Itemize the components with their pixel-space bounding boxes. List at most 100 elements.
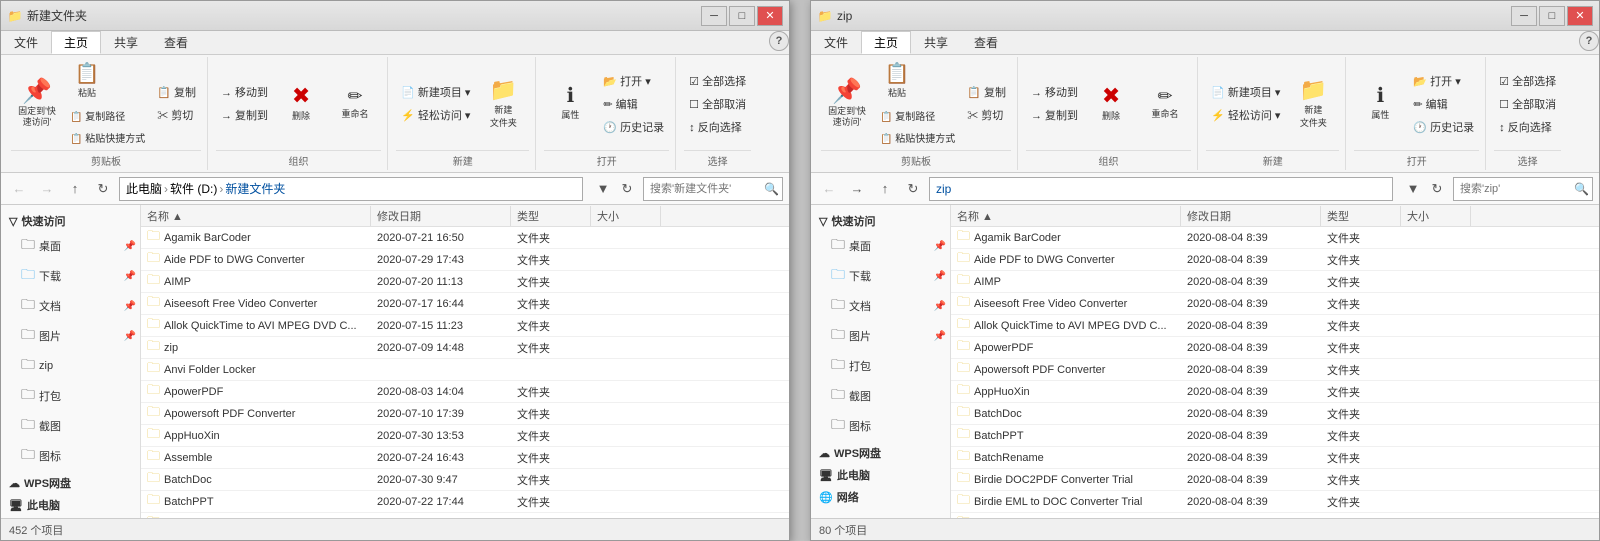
right-tab-share[interactable]: 共享	[911, 31, 961, 54]
left-search-icon[interactable]: 🔍	[764, 182, 779, 196]
right-search-icon[interactable]: 🔍	[1574, 182, 1589, 196]
right-select-all-button[interactable]: ☑ 全部选择	[1494, 70, 1561, 92]
right-tab-file[interactable]: 文件	[811, 31, 861, 54]
left-history-button[interactable]: 🕐 历史记录	[598, 116, 669, 138]
right-sidebar-item-screenshot[interactable]: 🗀 截图	[811, 381, 950, 411]
right-sidebar-item-icon[interactable]: 🗀 图标	[811, 411, 950, 441]
right-rename-button[interactable]: ✏ 重命名	[1139, 74, 1191, 134]
right-sidebar-item-downloads[interactable]: 🗀 下载 📌	[811, 261, 950, 291]
right-refresh-addr-button[interactable]: ↻	[1425, 177, 1449, 201]
left-refresh-addr-button[interactable]: ↻	[615, 177, 639, 201]
right-forward-button[interactable]: →	[845, 177, 869, 201]
left-close-button[interactable]: ✕	[757, 6, 783, 26]
right-new-item-button[interactable]: 📄 新建项目 ▾	[1206, 81, 1285, 103]
right-copy-path-button[interactable]: 📋 复制路径	[875, 105, 960, 126]
left-copy-path-button[interactable]: 📋 复制路径	[65, 105, 150, 126]
right-edit-button[interactable]: ✏ 编辑	[1408, 93, 1479, 115]
right-refresh-button[interactable]: ↻	[901, 177, 925, 201]
right-dropdown-button[interactable]: ▼	[1401, 177, 1425, 201]
right-sidebar-item-pack[interactable]: 🗀 打包	[811, 351, 950, 381]
right-sidebar-wps[interactable]: ☁ WPS网盘	[811, 441, 950, 463]
left-tab-home[interactable]: 主页	[51, 31, 101, 54]
left-delete-button[interactable]: ✖ 删除	[275, 74, 327, 134]
left-tab-file[interactable]: 文件	[1, 31, 51, 54]
right-tab-view[interactable]: 查看	[961, 31, 1011, 54]
right-sidebar-network[interactable]: 🌐 网络	[811, 485, 950, 507]
left-tab-share[interactable]: 共享	[101, 31, 151, 54]
left-sidebar-item-screenshot[interactable]: 🗀 截图	[1, 411, 140, 441]
left-sidebar-item-pictures[interactable]: 🗀 图片 📌	[1, 321, 140, 351]
right-sidebar-item-documents[interactable]: 🗀 文档 📌	[811, 291, 950, 321]
left-sidebar-this-pc[interactable]: 🖥 此电脑	[1, 493, 140, 515]
right-col-size[interactable]: 大小	[1401, 206, 1471, 226]
left-help-button[interactable]: ?	[769, 31, 789, 51]
left-sidebar-item-desktop[interactable]: 🗀 桌面 📌	[1, 231, 140, 261]
left-sidebar-item-pack[interactable]: 🗀 打包	[1, 381, 140, 411]
left-up-button[interactable]: ↑	[63, 177, 87, 201]
left-copy-to-button[interactable]: → 复制到	[216, 104, 273, 126]
right-cut-button[interactable]: ✂ 剪切	[962, 104, 1011, 126]
left-pin-button[interactable]: 📌 固定到'快速访问'	[11, 74, 63, 134]
right-paste-shortcut-button[interactable]: 📋 粘贴快捷方式	[875, 127, 960, 148]
right-col-name[interactable]: 名称 ▲	[951, 206, 1181, 226]
right-close-button[interactable]: ✕	[1567, 6, 1593, 26]
left-easy-access-button[interactable]: ⚡ 轻松访问 ▾	[396, 104, 475, 126]
right-minimize-button[interactable]: ─	[1511, 6, 1537, 26]
left-minimize-button[interactable]: ─	[701, 6, 727, 26]
left-copy-button[interactable]: 📋 复制	[152, 81, 201, 103]
right-sidebar-this-pc[interactable]: 🖥 此电脑	[811, 463, 950, 485]
right-delete-button[interactable]: ✖ 删除	[1085, 74, 1137, 134]
right-open-button[interactable]: 📂 打开 ▾	[1408, 70, 1479, 92]
right-col-type[interactable]: 类型	[1321, 206, 1401, 226]
left-open-button[interactable]: 📂 打开 ▾	[598, 70, 669, 92]
right-easy-access-button[interactable]: ⚡ 轻松访问 ▾	[1206, 104, 1285, 126]
right-sidebar-item-pictures[interactable]: 🗀 图片 📌	[811, 321, 950, 351]
left-edit-button[interactable]: ✏ 编辑	[598, 93, 669, 115]
left-new-folder-button[interactable]: 📁 新建文件夹	[477, 74, 529, 134]
left-maximize-button[interactable]: □	[729, 6, 755, 26]
right-help-button[interactable]: ?	[1579, 31, 1599, 51]
left-cut-button[interactable]: ✂ 剪切	[152, 104, 201, 126]
right-paste-button[interactable]: 📋 粘贴	[875, 59, 919, 104]
right-search-input[interactable]	[1453, 177, 1593, 201]
right-col-date[interactable]: 修改日期	[1181, 206, 1321, 226]
left-col-name[interactable]: 名称 ▲	[141, 206, 371, 226]
left-new-item-button[interactable]: 📄 新建项目 ▾	[396, 81, 475, 103]
right-properties-button[interactable]: ℹ 属性	[1354, 74, 1406, 134]
right-move-to-button[interactable]: → 移动到	[1026, 81, 1083, 103]
left-refresh-button[interactable]: ↻	[91, 177, 115, 201]
right-invert-select-button[interactable]: ↕ 反向选择	[1494, 116, 1561, 138]
left-paste-button[interactable]: 📋 粘贴	[65, 59, 109, 104]
left-select-all-button[interactable]: ☑ 全部选择	[684, 70, 751, 92]
left-move-to-button[interactable]: → 移动到	[216, 81, 273, 103]
left-rename-button[interactable]: ✏ 重命名	[329, 74, 381, 134]
right-back-button[interactable]: ←	[817, 177, 841, 201]
left-sidebar-wps[interactable]: ☁ WPS网盘	[1, 471, 140, 493]
left-sidebar-item-documents[interactable]: 🗀 文档 📌	[1, 291, 140, 321]
left-search-input[interactable]	[643, 177, 783, 201]
right-pin-button[interactable]: 📌 固定到'快速访问'	[821, 74, 873, 134]
left-sidebar-item-zip[interactable]: 🗀 zip	[1, 351, 140, 381]
right-copy-to-button[interactable]: → 复制到	[1026, 104, 1083, 126]
right-up-button[interactable]: ↑	[873, 177, 897, 201]
right-copy-button[interactable]: 📋 复制	[962, 81, 1011, 103]
right-history-button[interactable]: 🕐 历史记录	[1408, 116, 1479, 138]
right-tab-home[interactable]: 主页	[861, 31, 911, 54]
left-tab-view[interactable]: 查看	[151, 31, 201, 54]
left-dropdown-button[interactable]: ▼	[591, 177, 615, 201]
right-sidebar-item-desktop[interactable]: 🗀 桌面 📌	[811, 231, 950, 261]
left-invert-select-button[interactable]: ↕ 反向选择	[684, 116, 751, 138]
left-paste-shortcut-button[interactable]: 📋 粘贴快捷方式	[65, 127, 150, 148]
right-address-path[interactable]: zip	[929, 177, 1393, 201]
left-address-path[interactable]: 此电脑 › 软件 (D:) › 新建文件夹	[119, 177, 583, 201]
right-new-folder-button[interactable]: 📁 新建文件夹	[1287, 74, 1339, 134]
left-sidebar-quick-access[interactable]: ▽ 快速访问	[1, 209, 140, 231]
left-deselect-all-button[interactable]: ☐ 全部取消	[684, 93, 751, 115]
left-properties-button[interactable]: ℹ 属性	[544, 74, 596, 134]
left-sidebar-item-downloads[interactable]: 🗀 下载 📌	[1, 261, 140, 291]
left-back-button[interactable]: ←	[7, 177, 31, 201]
left-sidebar-item-icon[interactable]: 🗀 图标	[1, 441, 140, 471]
left-col-type[interactable]: 类型	[511, 206, 591, 226]
left-col-date[interactable]: 修改日期	[371, 206, 511, 226]
right-sidebar-quick-access[interactable]: ▽ 快速访问	[811, 209, 950, 231]
